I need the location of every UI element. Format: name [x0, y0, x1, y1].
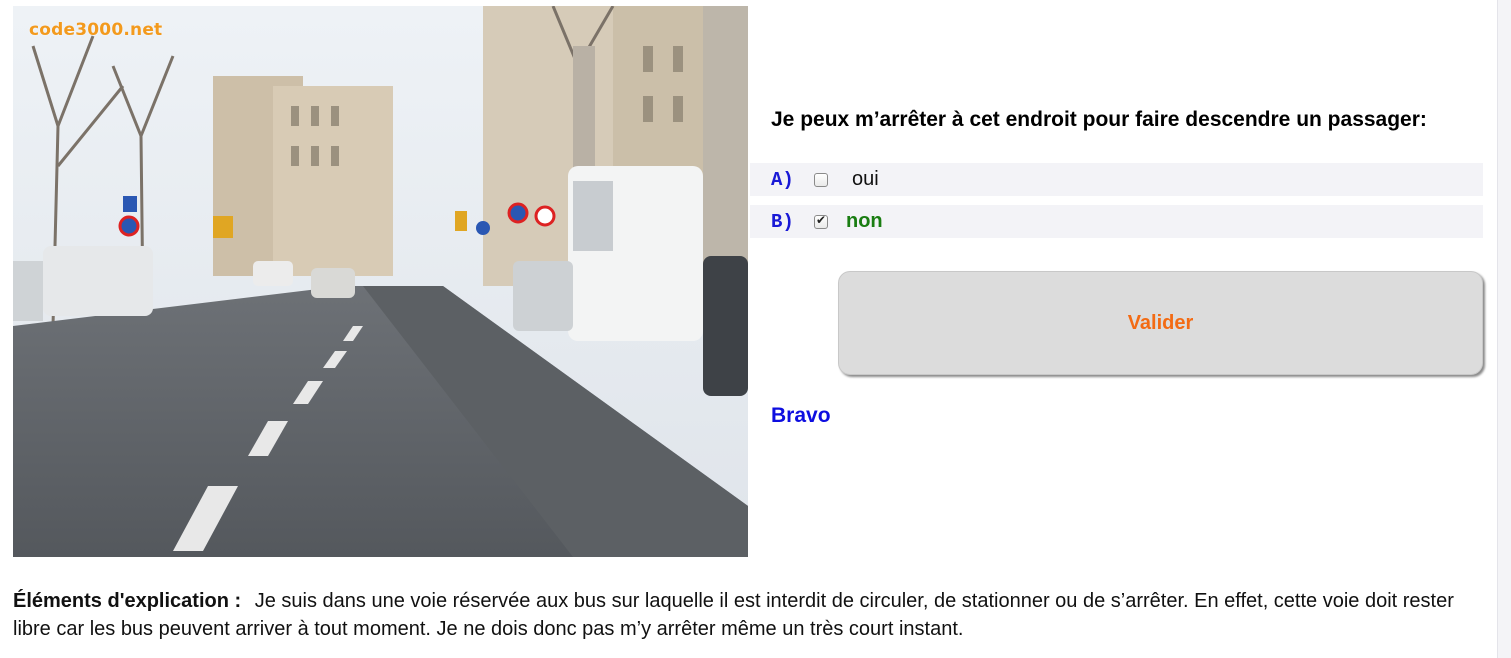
answer-checkbox-a[interactable]	[814, 172, 828, 187]
road-scene-image	[13, 6, 748, 557]
feedback-message: Bravo	[771, 404, 831, 427]
answer-label-b[interactable]: non	[846, 210, 883, 233]
answer-letter-a: A)	[771, 168, 794, 191]
explanation-block: Éléments d'explication : Je suis dans un…	[13, 587, 1488, 643]
answer-checkbox-b[interactable]	[814, 213, 828, 229]
answer-letter-b: B)	[771, 210, 794, 233]
answer-label-a[interactable]: oui	[852, 168, 879, 191]
answer-option-b[interactable]: B) non	[750, 205, 1483, 238]
question-photo: code3000.net	[13, 6, 748, 557]
validate-button[interactable]: Valider	[838, 271, 1483, 375]
answer-option-a[interactable]: A) oui	[750, 163, 1483, 196]
site-watermark: code3000.net	[29, 20, 163, 40]
explanation-label: Éléments d'explication :	[13, 590, 242, 612]
page-scrollbar[interactable]	[1497, 0, 1511, 658]
question-text: Je peux m’arrêter à cet endroit pour fai…	[771, 108, 1427, 131]
